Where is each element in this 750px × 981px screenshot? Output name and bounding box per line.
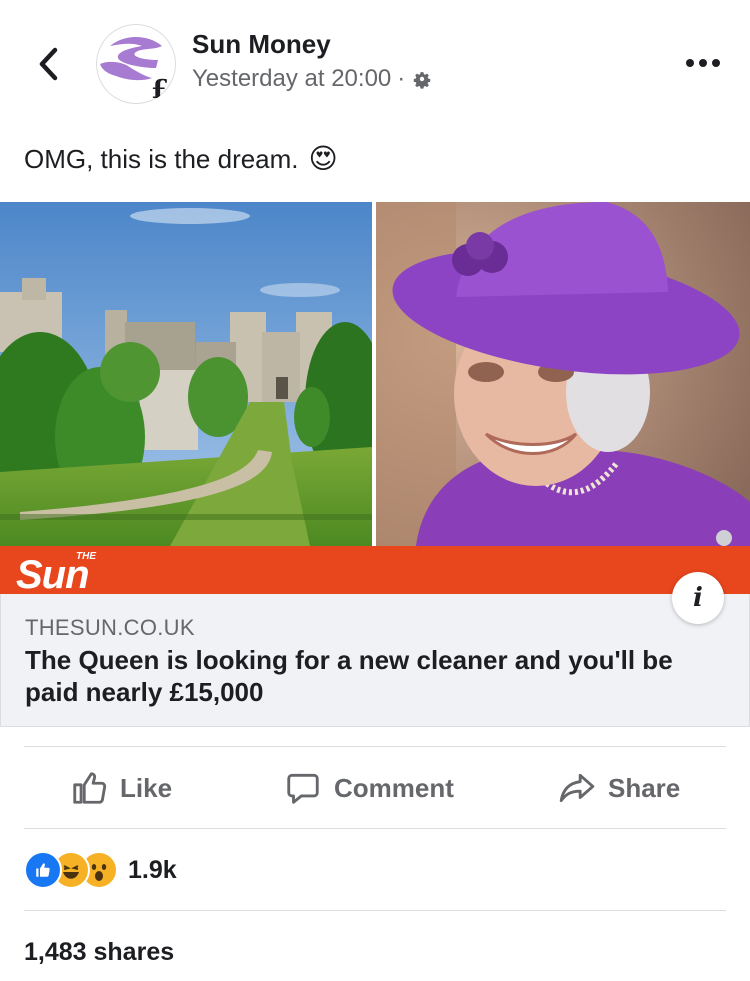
share-label: Share <box>608 772 681 803</box>
like-reaction-icon <box>24 851 62 889</box>
gear-icon[interactable] <box>411 68 433 90</box>
post-meta: Yesterday at 20:00 · <box>192 64 433 94</box>
comment-icon <box>287 773 319 804</box>
the-sun-logo: THE Sun <box>14 548 144 597</box>
share-count[interactable]: 1,483 shares <box>24 936 174 968</box>
like-label: Like <box>120 772 173 803</box>
share-button[interactable]: Share <box>558 758 680 818</box>
reactions-summary[interactable]: 1.9k <box>24 850 177 890</box>
more-dot <box>699 59 707 67</box>
sun-money-logo: £ <box>100 37 169 104</box>
chevron-left-icon <box>39 47 58 81</box>
avatar-pound-symbol: £ <box>151 75 169 104</box>
post-timestamp[interactable]: Yesterday at 20:00 <box>192 64 391 94</box>
page-avatar[interactable]: £ <box>96 24 176 104</box>
link-domain: THESUN.CO.UK <box>25 615 195 640</box>
like-button[interactable]: Like <box>70 758 172 818</box>
heart-eyes-emoji: 😍 <box>308 143 338 174</box>
post-text: OMG, this is the dream. 😍 <box>24 142 338 176</box>
back-button[interactable] <box>28 40 68 88</box>
share-arrow-icon <box>559 773 595 803</box>
logo-sun-text: Sun <box>16 553 89 592</box>
divider-top <box>24 746 726 747</box>
info-button[interactable]: i <box>672 572 724 624</box>
thumbs-up-icon <box>73 772 107 804</box>
info-icon: i <box>693 583 703 613</box>
more-dot <box>712 59 720 67</box>
divider-bottom <box>24 910 726 911</box>
page-name[interactable]: Sun Money <box>192 28 331 60</box>
queen-photo-image[interactable] <box>376 202 750 546</box>
link-headline[interactable]: The Queen is looking for a new cleaner a… <box>25 644 725 708</box>
meta-separator: · <box>397 65 406 92</box>
more-horizontal-icon <box>686 59 694 67</box>
comment-label: Comment <box>334 772 454 803</box>
divider-middle <box>24 828 726 829</box>
comment-button[interactable]: Comment <box>284 758 454 818</box>
reaction-count: 1.9k <box>128 855 177 884</box>
more-options-button[interactable] <box>680 48 726 78</box>
post-message: OMG, this is the dream. <box>24 144 299 174</box>
windsor-castle-image[interactable] <box>0 202 372 546</box>
